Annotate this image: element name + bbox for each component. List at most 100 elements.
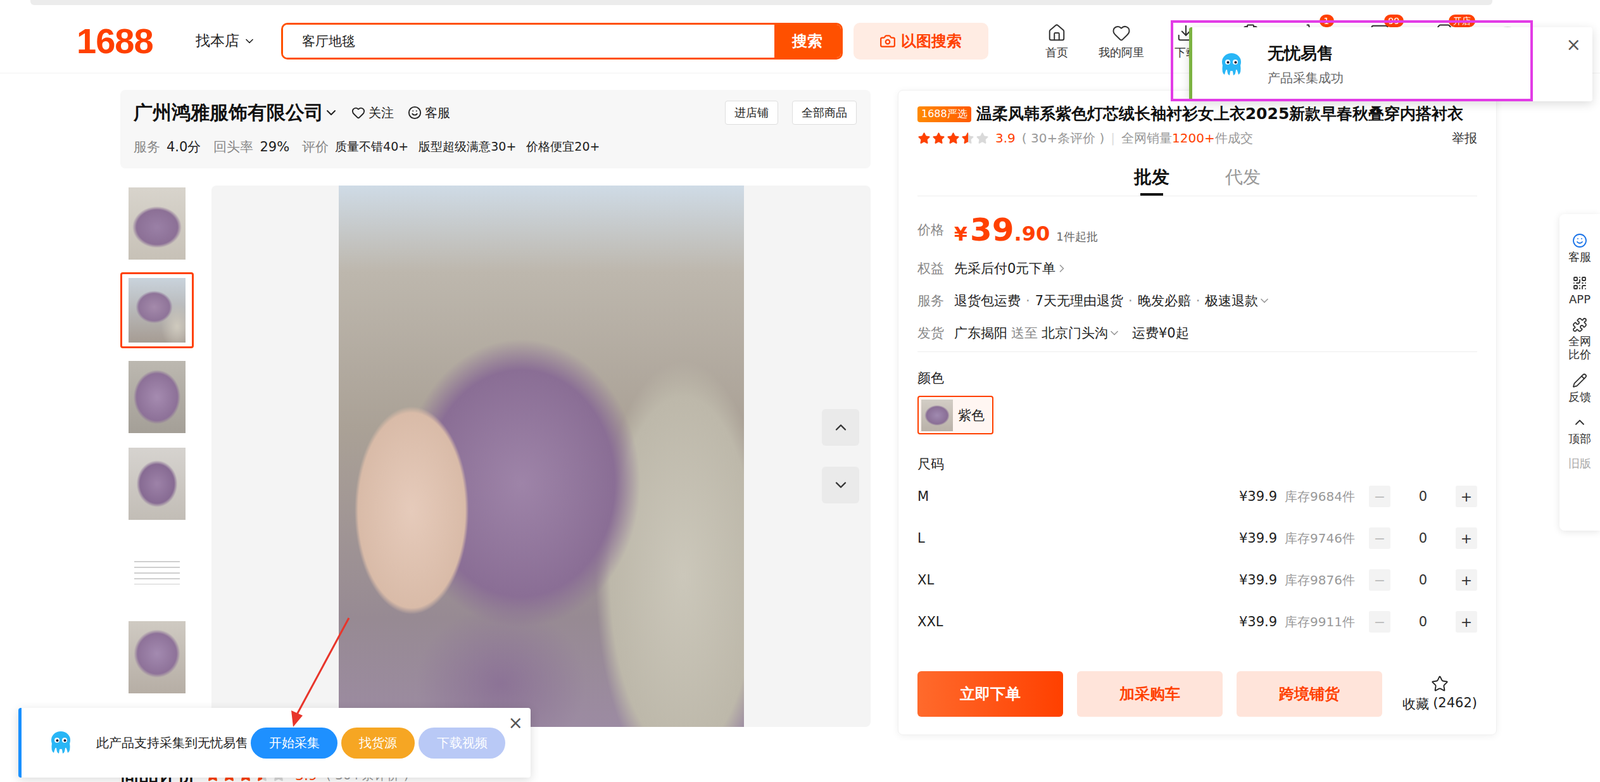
- side-toolbar: 客服 APP 全网比价反馈顶部旧版: [1559, 214, 1600, 531]
- action-button[interactable]: 加采购车: [1077, 671, 1223, 717]
- content: 广州鸿雅服饰有限公司关注客服进店铺全部商品服务4.0分回头率29%评价质量不错4…: [0, 89, 1600, 782]
- store-name[interactable]: 广州鸿雅服饰有限公司: [133, 100, 324, 126]
- benefit-row[interactable]: 权益先采后付0元下单: [917, 251, 1478, 285]
- quantity[interactable]: 0: [1390, 530, 1456, 546]
- price-row: 价格¥39.901件起批: [917, 207, 1478, 252]
- side-toolbar-item[interactable]: 反馈: [1568, 372, 1592, 404]
- increase-button[interactable]: +: [1455, 527, 1478, 549]
- store-metrics: 服务4.0分回头率29%评价质量不错40+版型超级满意30+价格便宜20+: [133, 138, 857, 156]
- next-image-button[interactable]: [821, 466, 860, 504]
- rating-row: 3.9( 30+条评价 )|全网销量1200+件成交举报: [917, 128, 1478, 148]
- annotation-arrow-icon: [278, 614, 361, 729]
- chevron-down-icon: [243, 34, 256, 48]
- page: 1688找本店搜索以图搜索首页我的阿里下载199开店广州鸿雅服饰有限公司关注客服…: [0, 0, 1600, 782]
- pencil-icon: [1572, 372, 1588, 389]
- chevron-down-icon[interactable]: [1108, 326, 1121, 340]
- search-input[interactable]: [283, 24, 775, 58]
- action-button[interactable]: 跨境铺货: [1236, 671, 1383, 717]
- size-row: L¥39.9库存9746件−0+: [917, 517, 1478, 560]
- nav-item[interactable]: 首页: [1024, 23, 1090, 59]
- actions: 立即下单加采购车跨境铺货收藏(2462): [917, 671, 1478, 717]
- notification-popup: 无忧易售产品采集成功×: [1189, 27, 1593, 102]
- rating-stars: [917, 131, 989, 145]
- star-icon: [932, 131, 946, 145]
- left-column: 广州鸿雅服饰有限公司关注客服进店铺全部商品服务4.0分回头率29%评价质量不错4…: [120, 89, 871, 782]
- service-icon: [407, 105, 422, 120]
- home-icon: [1047, 23, 1067, 43]
- tab[interactable]: 批发: [1133, 166, 1170, 196]
- side-toolbar-item[interactable]: 客服: [1568, 233, 1592, 265]
- star-icon: [917, 131, 931, 145]
- thumbnail[interactable]: [120, 532, 194, 609]
- capture-bar: 此产品支持采集到无忧易售开始采集找货源下载视频×: [18, 707, 531, 778]
- thumbnail[interactable]: [120, 272, 194, 349]
- increase-button[interactable]: +: [1455, 611, 1478, 633]
- favorite-button[interactable]: 收藏(2462): [1402, 674, 1478, 713]
- chevron-down-icon[interactable]: [1258, 294, 1271, 308]
- nav-item[interactable]: 我的阿里: [1089, 23, 1154, 59]
- decrease-button[interactable]: −: [1368, 485, 1391, 508]
- thumbnail[interactable]: [120, 445, 194, 522]
- increase-button[interactable]: +: [1455, 485, 1478, 508]
- tab[interactable]: 代发: [1225, 166, 1261, 196]
- destination-select[interactable]: 北京门头沟: [1041, 324, 1109, 342]
- thumbnail[interactable]: [120, 185, 194, 262]
- decrease-button[interactable]: −: [1368, 569, 1391, 591]
- review-tag: 版型超级满意30+: [418, 138, 517, 156]
- heart-icon: [351, 105, 366, 120]
- product-panel: 1688严选温柔风韩系紫色灯芯绒长袖衬衫女上衣2025新款早春秋叠穿内搭衬衣 3.…: [897, 89, 1497, 736]
- review-tag: 价格便宜20+: [526, 138, 600, 156]
- decrease-button[interactable]: −: [1368, 611, 1391, 633]
- capture-button[interactable]: 开始采集: [250, 727, 338, 759]
- product-photo: [338, 185, 744, 727]
- previous-image-button[interactable]: [821, 409, 860, 446]
- action-button[interactable]: 立即下单: [917, 671, 1064, 717]
- color-option[interactable]: 紫色: [917, 395, 994, 435]
- heart-icon: [1111, 23, 1131, 43]
- increase-button[interactable]: +: [1455, 569, 1478, 591]
- chevron-down-icon: [831, 476, 850, 494]
- side-toolbar-item[interactable]: APP: [1568, 275, 1591, 307]
- follow-button[interactable]: 关注: [351, 104, 394, 122]
- size-row: XXL¥39.9库存9911件−0+: [917, 600, 1478, 643]
- star-icon: [946, 131, 960, 145]
- side-toolbar-item[interactable]: 顶部: [1568, 414, 1592, 446]
- octopus-icon: [1217, 50, 1246, 79]
- nav-badge: 开店: [1448, 14, 1476, 28]
- logo[interactable]: 1688: [76, 23, 154, 59]
- scroll-bar: [30, 0, 1493, 6]
- capture-button[interactable]: 下载视频: [418, 727, 506, 759]
- nav-badge: 1: [1319, 14, 1335, 28]
- highlight-box: [1170, 20, 1533, 102]
- tabs: 批发 代发: [917, 166, 1478, 197]
- report-link[interactable]: 举报: [1451, 129, 1478, 147]
- camera-icon: [879, 32, 896, 50]
- service-icon: [1572, 233, 1588, 249]
- thumbnail[interactable]: [120, 619, 194, 696]
- compare-icon: [1572, 317, 1588, 333]
- product-title: 温柔风韩系紫色灯芯绒长袖衬衫女上衣2025新款早春秋叠穿内搭衬衣: [976, 103, 1464, 125]
- quantity[interactable]: 0: [1390, 614, 1456, 630]
- image-search-button[interactable]: 以图搜索: [853, 22, 989, 60]
- thumbnail[interactable]: [120, 359, 194, 435]
- star-icon: [1430, 674, 1449, 693]
- capture-button[interactable]: 找货源: [341, 727, 415, 759]
- strict-badge: 1688严选: [917, 106, 972, 123]
- store-switch[interactable]: 找本店: [195, 31, 256, 51]
- side-toolbar-item[interactable]: 旧版: [1568, 457, 1592, 471]
- close-button[interactable]: ×: [1566, 36, 1582, 54]
- store-button[interactable]: 进店铺: [724, 100, 779, 125]
- size-row: XL¥39.9库存9876件−0+: [917, 559, 1478, 601]
- decrease-button[interactable]: −: [1368, 527, 1391, 549]
- chevron-down-icon[interactable]: [323, 105, 339, 121]
- quantity[interactable]: 0: [1390, 572, 1456, 588]
- quantity[interactable]: 0: [1390, 488, 1456, 504]
- main-image: [211, 185, 871, 727]
- store-button[interactable]: 全部商品: [792, 100, 857, 125]
- side-toolbar-item[interactable]: 全网比价: [1565, 317, 1595, 361]
- service-button[interactable]: 客服: [407, 104, 451, 122]
- close-button[interactable]: ×: [508, 714, 523, 732]
- octopus-icon: [46, 728, 75, 757]
- top-arrow-icon: [1572, 414, 1588, 430]
- search-button[interactable]: 搜索: [774, 24, 841, 58]
